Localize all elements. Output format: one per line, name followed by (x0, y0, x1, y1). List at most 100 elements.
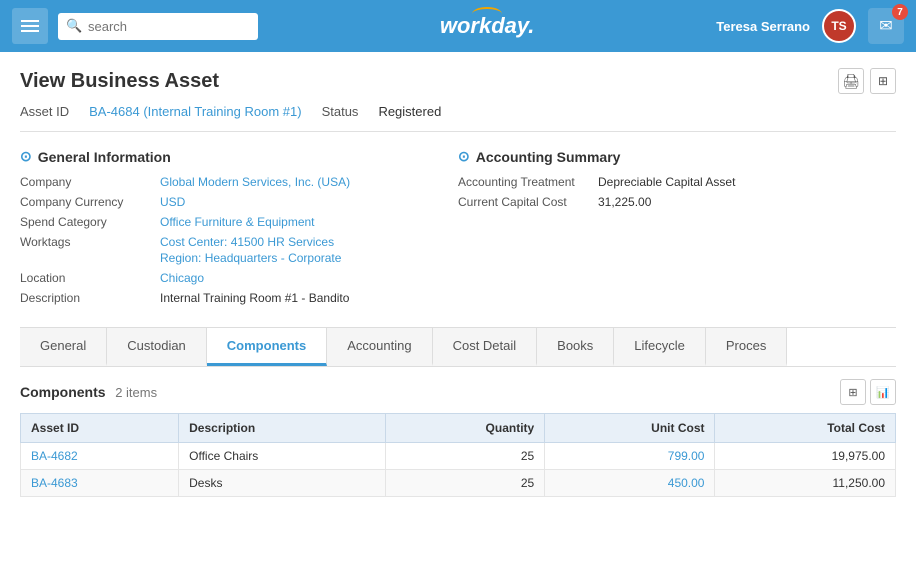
field-currency-value: USD (160, 195, 185, 209)
info-columns: ⊙ General Information Company Global Mod… (20, 148, 896, 311)
cell-unit-cost-2: 450.00 (545, 470, 715, 497)
field-worktags-label: Worktags (20, 235, 160, 249)
notification-badge: 7 (892, 4, 908, 20)
asset-id-1-link[interactable]: BA-4682 (31, 449, 78, 463)
status-value: Registered (378, 104, 441, 119)
tab-books[interactable]: Books (537, 328, 614, 366)
col-asset-id: Asset ID (21, 414, 179, 443)
asset-id-2-link[interactable]: BA-4683 (31, 476, 78, 490)
tab-cost-detail[interactable]: Cost Detail (433, 328, 538, 366)
field-treatment-label: Accounting Treatment (458, 175, 598, 189)
main-content: View Business Asset 🖨 ⊞ Asset ID BA-4684… (0, 52, 916, 525)
accounting-chevron: ⊙ (458, 148, 470, 165)
tab-lifecycle[interactable]: Lifecycle (614, 328, 706, 366)
cell-description-1: Office Chairs (179, 443, 385, 470)
field-description-value: Internal Training Room #1 - Bandito (160, 291, 349, 305)
cell-quantity-2: 25 (385, 470, 545, 497)
col-unit-cost: Unit Cost (545, 414, 715, 443)
components-icons: ⊞ 📊 (840, 379, 896, 405)
cell-unit-cost-1: 799.00 (545, 443, 715, 470)
components-header: Components 2 items ⊞ 📊 (20, 379, 896, 405)
general-info-title-text: General Information (38, 149, 171, 165)
menu-button[interactable] (12, 8, 48, 44)
field-worktags: Worktags Cost Center: 41500 HR Services … (20, 235, 458, 265)
user-name: Teresa Serrano (716, 19, 810, 34)
print-button[interactable]: 🖨 (838, 68, 864, 94)
field-worktags-value: Cost Center: 41500 HR Services Region: H… (160, 235, 341, 265)
components-title: Components (20, 384, 106, 400)
components-table: Asset ID Description Quantity Unit Cost … (20, 413, 896, 497)
tab-components[interactable]: Components (207, 328, 327, 366)
header-right: Teresa Serrano TS ✉ 7 (716, 8, 904, 44)
field-description: Description Internal Training Room #1 - … (20, 291, 458, 305)
field-spend-label: Spend Category (20, 215, 160, 229)
col-description: Description (179, 414, 385, 443)
hamburger-line-3 (21, 30, 39, 32)
search-input[interactable] (58, 13, 258, 40)
page-title: View Business Asset (20, 70, 219, 93)
field-treatment-value: Depreciable Capital Asset (598, 175, 735, 189)
tab-general[interactable]: General (20, 328, 107, 366)
tab-custodian[interactable]: Custodian (107, 328, 207, 366)
field-company-value: Global Modern Services, Inc. (USA) (160, 175, 350, 189)
components-count: 2 items (115, 385, 157, 400)
page-title-icons: 🖨 ⊞ (838, 68, 896, 94)
avatar: TS (822, 9, 856, 43)
export-icon: ⊞ (878, 74, 888, 88)
location-link[interactable]: Chicago (160, 271, 204, 285)
field-spend: Spend Category Office Furniture & Equipm… (20, 215, 458, 229)
hamburger-line-2 (21, 25, 39, 27)
field-currency: Company Currency USD (20, 195, 458, 209)
cell-total-cost-2: 11,250.00 (715, 470, 896, 497)
field-location-label: Location (20, 271, 160, 285)
page-title-bar: View Business Asset 🖨 ⊞ (20, 68, 896, 94)
tab-proces[interactable]: Proces (706, 328, 787, 366)
table-row: BA-4683 Desks 25 450.00 11,250.00 (21, 470, 896, 497)
company-link[interactable]: Global Modern Services, Inc. (USA) (160, 175, 350, 189)
table-header: Asset ID Description Quantity Unit Cost … (21, 414, 896, 443)
workday-logo: workday. (440, 13, 535, 39)
field-location-value: Chicago (160, 271, 204, 285)
field-capital-cost-value: 31,225.00 (598, 195, 651, 209)
accounting-summary-title: ⊙ Accounting Summary (458, 148, 896, 165)
field-treatment: Accounting Treatment Depreciable Capital… (458, 175, 896, 189)
components-chart-button[interactable]: 📊 (870, 379, 896, 405)
field-capital-cost: Current Capital Cost 31,225.00 (458, 195, 896, 209)
field-description-label: Description (20, 291, 160, 305)
field-company: Company Global Modern Services, Inc. (US… (20, 175, 458, 189)
col-total-cost: Total Cost (715, 414, 896, 443)
header: 🔍 workday. Teresa Serrano TS ✉ 7 (0, 0, 916, 52)
components-export-icon: ⊞ (848, 386, 857, 399)
field-company-label: Company (20, 175, 160, 189)
hamburger-line-1 (21, 20, 39, 22)
status-label: Status (322, 104, 359, 119)
field-location: Location Chicago (20, 271, 458, 285)
notification-button[interactable]: ✉ 7 (868, 8, 904, 44)
spend-link[interactable]: Office Furniture & Equipment (160, 215, 315, 229)
asset-id-link[interactable]: BA-4684 (Internal Training Room #1) (89, 104, 301, 119)
field-spend-value: Office Furniture & Equipment (160, 215, 315, 229)
worktag-2-link[interactable]: Region: Headquarters - Corporate (160, 251, 341, 265)
accounting-summary-section: ⊙ Accounting Summary Accounting Treatmen… (458, 148, 896, 311)
tabs-container: General Custodian Components Accounting … (20, 327, 896, 367)
components-section: Components 2 items ⊞ 📊 Asset ID Descript… (20, 367, 896, 509)
components-chart-icon: 📊 (876, 386, 890, 399)
col-quantity: Quantity (385, 414, 545, 443)
components-title-area: Components 2 items (20, 384, 157, 400)
components-export-button[interactable]: ⊞ (840, 379, 866, 405)
general-info-chevron: ⊙ (20, 148, 32, 165)
export-button[interactable]: ⊞ (870, 68, 896, 94)
logo-text: workday. (440, 13, 535, 38)
field-currency-label: Company Currency (20, 195, 160, 209)
table-header-row: Asset ID Description Quantity Unit Cost … (21, 414, 896, 443)
cell-asset-id-2: BA-4683 (21, 470, 179, 497)
search-icon: 🔍 (66, 18, 82, 34)
bell-icon: ✉ (879, 16, 892, 36)
worktag-1-link[interactable]: Cost Center: 41500 HR Services (160, 235, 341, 249)
cell-description-2: Desks (179, 470, 385, 497)
asset-meta: Asset ID BA-4684 (Internal Training Room… (20, 104, 896, 132)
table-row: BA-4682 Office Chairs 25 799.00 19,975.0… (21, 443, 896, 470)
currency-link[interactable]: USD (160, 195, 185, 209)
logo-arc: workday. (440, 13, 535, 39)
tab-accounting[interactable]: Accounting (327, 328, 432, 366)
